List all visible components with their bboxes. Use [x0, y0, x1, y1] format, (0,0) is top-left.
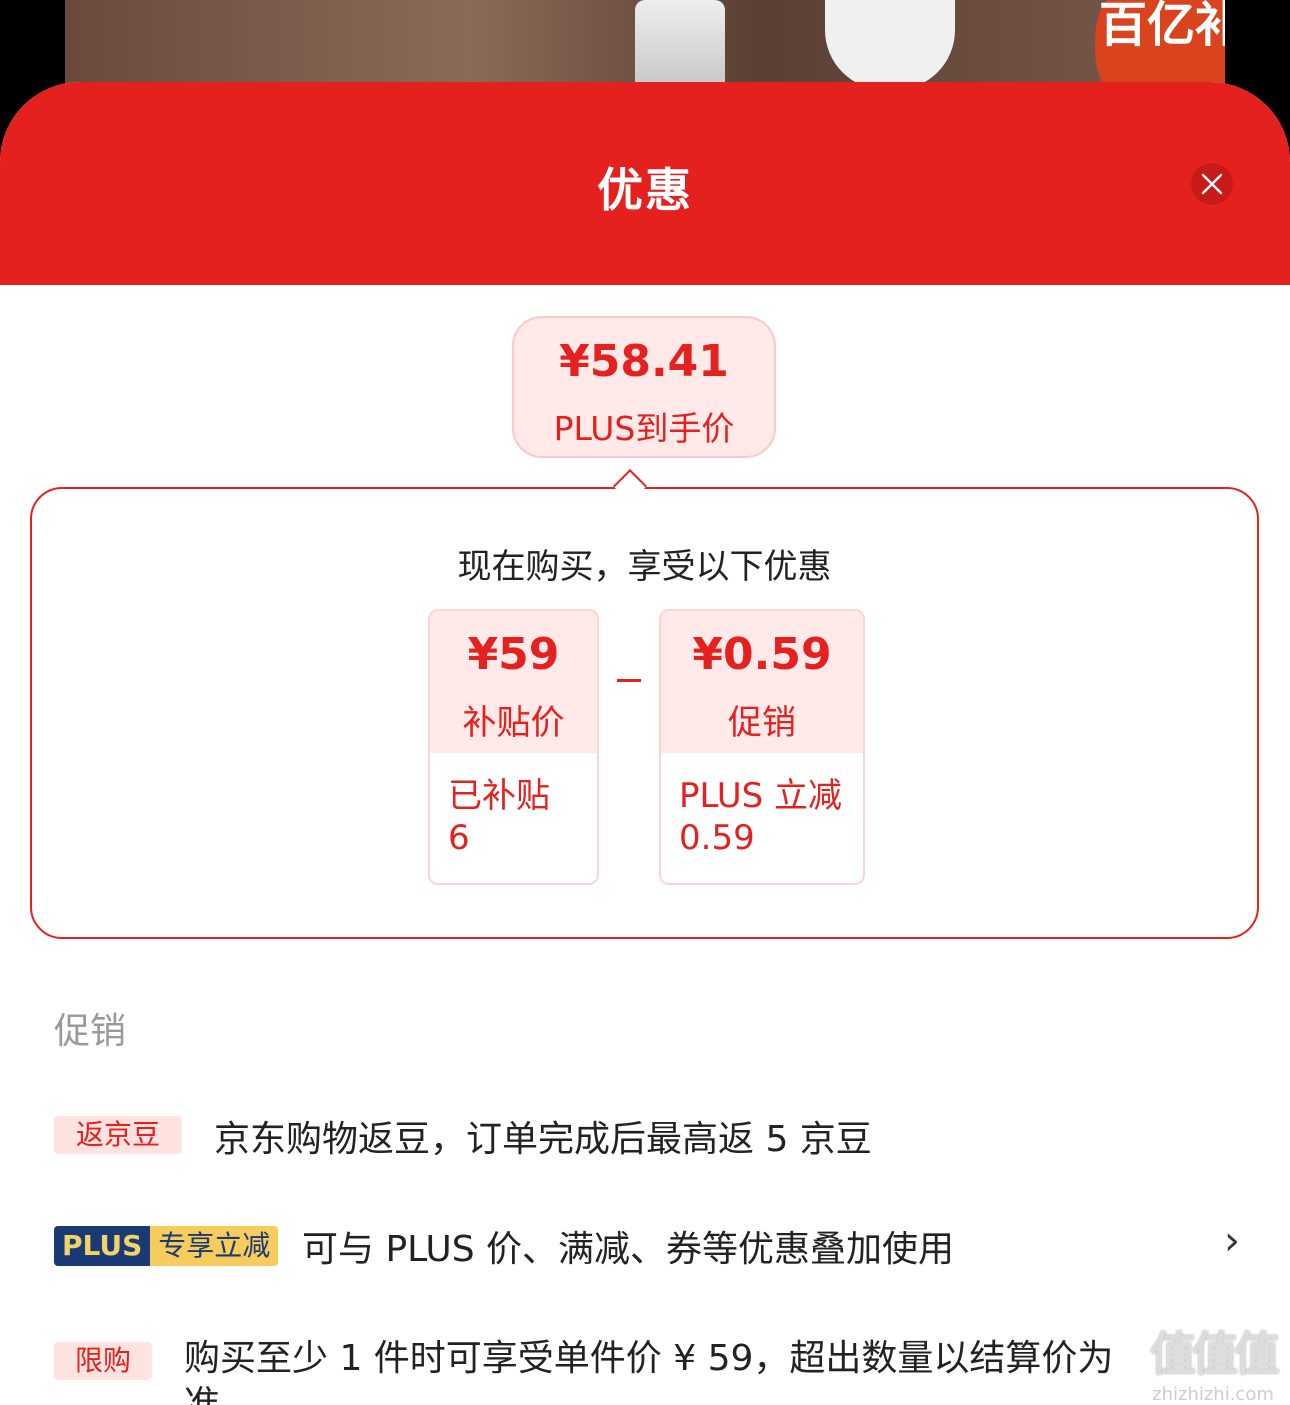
subsidy-price-card: ¥59 补贴价 已补贴 6: [428, 609, 599, 885]
promo-row-plus[interactable]: PLUS 专享立减 可与 PLUS 价、满减、券等优惠叠加使用 ›: [54, 1218, 1250, 1270]
sheet-header: 优惠: [0, 82, 1290, 285]
subsidy-note: 已补贴 6: [448, 776, 550, 858]
watermark-site: zhizhizhi.com: [1152, 1384, 1274, 1405]
breakdown-heading: 现在购买，享受以下优惠: [457, 547, 832, 587]
price-breakdown-box: 现在购买，享受以下优惠 ¥59 补贴价 已补贴 6 ¥0.59 促销 PLUS …: [30, 487, 1259, 939]
final-price-bubble: ¥58.41 PLUS到手价: [512, 316, 776, 458]
watermark-logo: 值值值: [1150, 1327, 1280, 1381]
plus-tag-desc: 专享立减: [150, 1226, 279, 1266]
promotions-section-title: 促销: [54, 1011, 127, 1052]
promo-note: PLUS 立减 0.59: [679, 776, 843, 858]
discount-sheet: 优惠 ¥58.41 PLUS到手价 现在购买，享受以下优惠 ¥59 补贴价 已补…: [0, 82, 1290, 1405]
close-icon: [1201, 173, 1223, 195]
promo-row-jingdou[interactable]: 返京豆 京东购物返豆，订单完成后最高返 5 京豆: [54, 1116, 1250, 1160]
subsidy-price-label: 补贴价: [462, 703, 565, 743]
tag-plus-discount: PLUS 专享立减: [54, 1226, 279, 1266]
site-watermark: 值值值 zhizhizhi.com: [1138, 1318, 1288, 1405]
promo-text-limit: 购买至少 1 件时可享受单件价 ¥ 59，超出数量以结算价为准: [184, 1338, 1114, 1405]
subsidy-price-amount: ¥59: [467, 629, 560, 680]
promo-amount: ¥0.59: [692, 629, 832, 680]
minus-operator: [617, 679, 641, 682]
promo-row-limit[interactable]: 限购 购买至少 1 件时可享受单件价 ¥ 59，超出数量以结算价为准: [54, 1338, 1250, 1405]
promo-text-jingdou: 京东购物返豆，订单完成后最高返 5 京豆: [214, 1119, 872, 1160]
cap-shape: [825, 0, 955, 90]
promo-text-plus: 可与 PLUS 价、满减、券等优惠叠加使用: [302, 1229, 955, 1270]
close-button[interactable]: [1191, 163, 1233, 205]
tag-limit: 限购: [54, 1342, 152, 1380]
tag-jingdou: 返京豆: [54, 1116, 182, 1154]
sheet-title: 优惠: [597, 163, 693, 217]
chevron-right-icon[interactable]: ›: [1224, 1218, 1240, 1264]
plus-tag-label: PLUS: [54, 1226, 151, 1266]
final-price-amount: ¥58.41: [559, 336, 729, 387]
final-price-label: PLUS到手价: [553, 409, 735, 448]
promo-card: ¥0.59 促销 PLUS 立减 0.59: [659, 609, 865, 885]
promo-label: 促销: [728, 703, 796, 743]
